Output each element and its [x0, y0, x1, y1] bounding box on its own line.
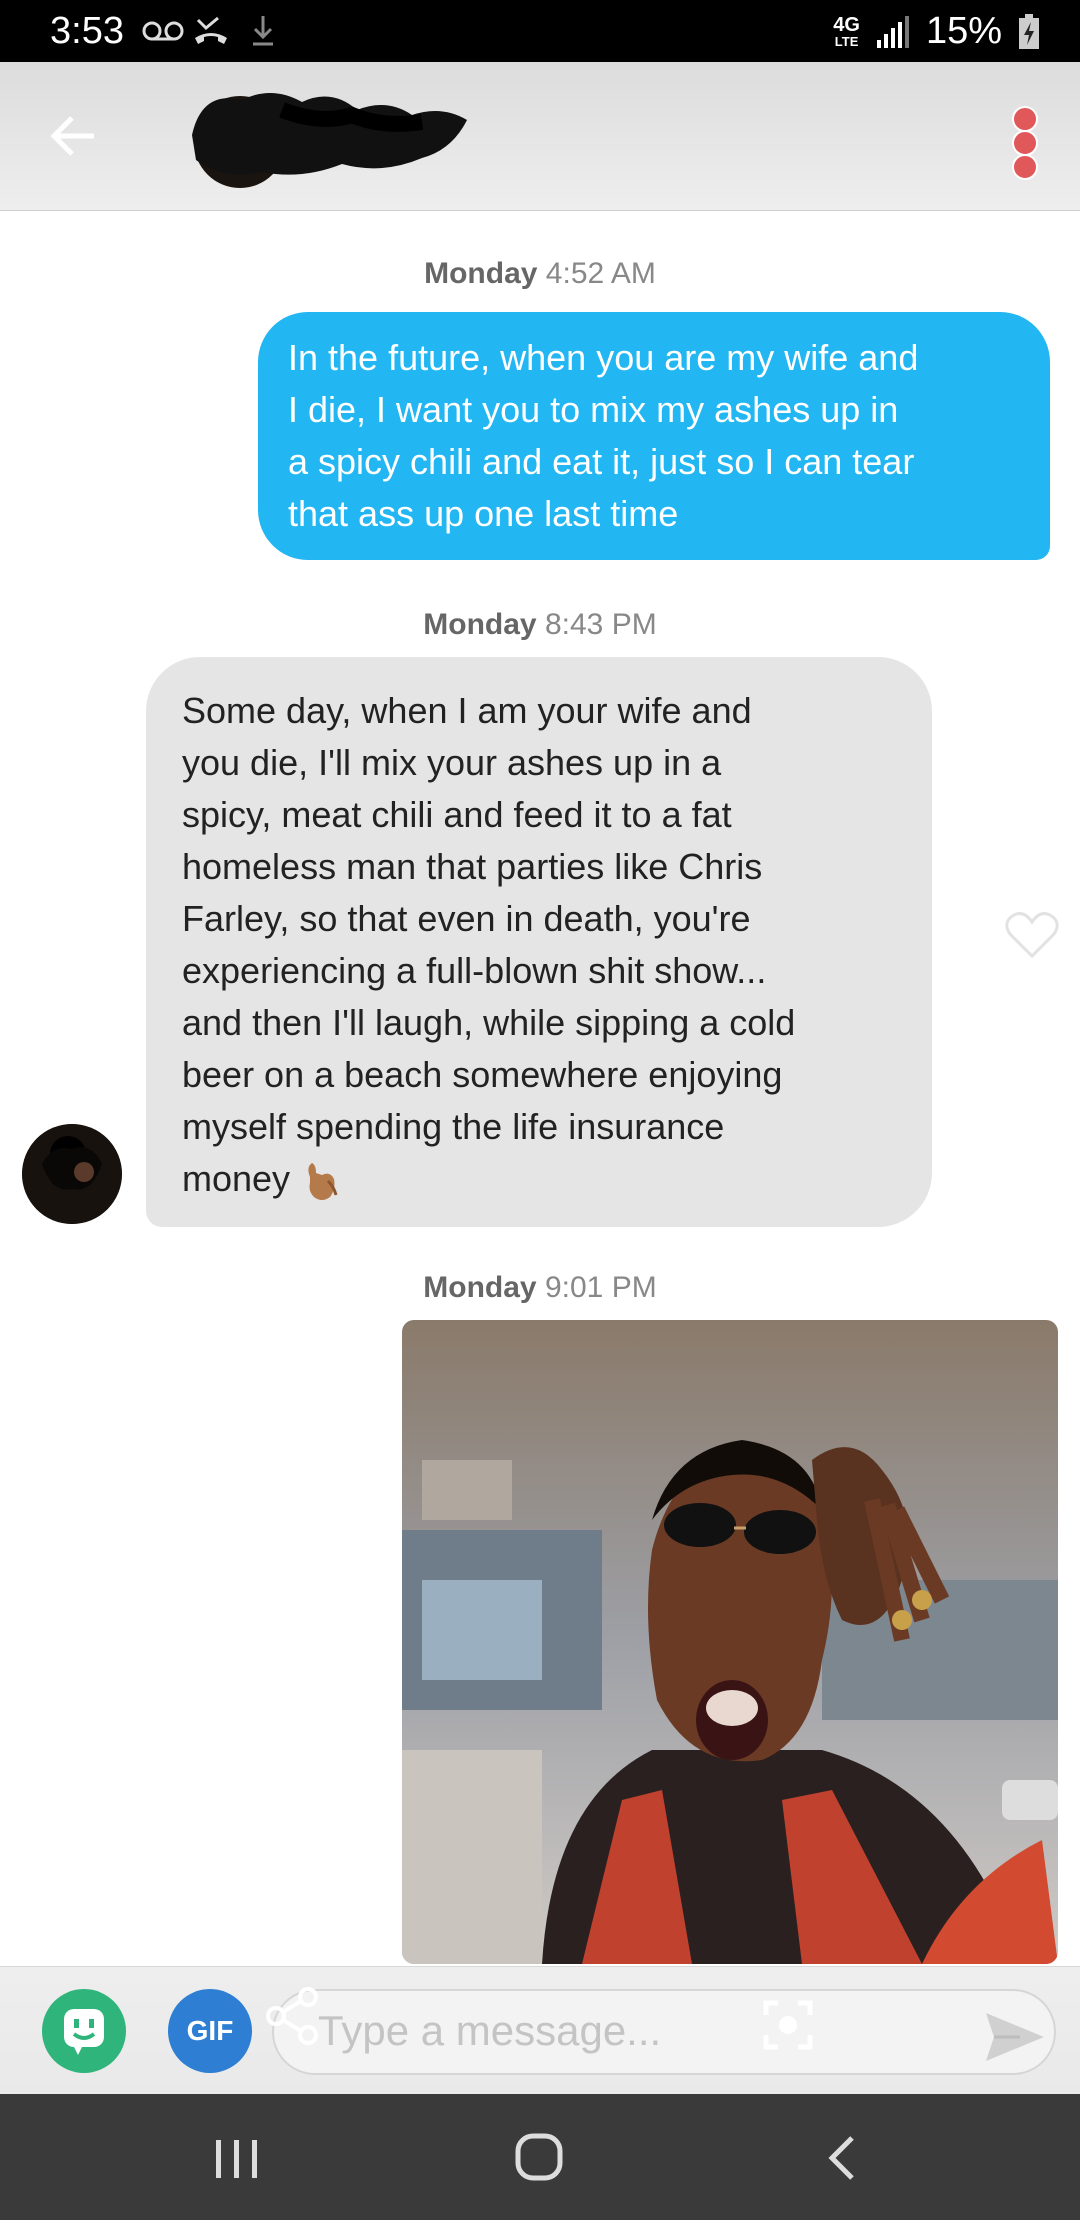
scan-icon[interactable] — [762, 1999, 814, 2051]
message-line: I die, I want you to mix my ashes up in — [288, 389, 899, 430]
system-navigation-bar — [0, 2094, 1080, 2220]
menu-dot — [1012, 130, 1038, 156]
missed-call-icon — [195, 16, 227, 44]
received-message-bubble[interactable]: Some day, when I am your wife and you di… — [146, 657, 932, 1227]
message-input[interactable] — [316, 1995, 720, 2067]
message-line: beer on a beach somewhere enjoying — [182, 1054, 783, 1095]
home-icon[interactable] — [514, 2132, 564, 2182]
bitmoji-button[interactable] — [42, 1989, 126, 2073]
gif-man-lowering-sunglasses — [402, 1320, 1058, 1964]
arrow-left-icon[interactable] — [46, 108, 102, 164]
message-line: homeless man that parties like Chris — [182, 846, 763, 887]
heart-icon[interactable] — [1004, 910, 1060, 960]
message-line: Farley, so that even in death, you're — [182, 898, 751, 939]
menu-dot — [1012, 154, 1038, 180]
call-me-hand-emoji — [308, 1163, 338, 1201]
sent-message-bubble[interactable]: In the future, when you are my wife and … — [258, 312, 1050, 560]
bitmoji-icon — [64, 2009, 104, 2055]
send-icon[interactable] — [984, 2011, 1046, 2063]
battery-charging-icon — [1019, 13, 1039, 49]
network-type-indicator: 4G LTE — [833, 15, 860, 48]
message-line: experiencing a full-blown shit show... — [182, 950, 767, 991]
sent-gif-image[interactable] — [402, 1320, 1058, 1964]
message-line: In the future, when you are my wife and — [288, 337, 919, 378]
recents-icon[interactable] — [210, 2138, 264, 2180]
message-line: a spicy chili and eat it, just so I can … — [288, 441, 915, 482]
signal-bars-icon — [876, 15, 909, 48]
message-timestamp: Monday 8:43 PM — [423, 608, 657, 641]
message-line: spicy, meat chili and feed it to a fat — [182, 794, 732, 835]
chat-header — [0, 62, 1080, 211]
chevron-left-icon[interactable] — [826, 2134, 858, 2182]
network-lte: LTE — [834, 34, 859, 49]
battery-percent: 15% — [925, 10, 1002, 52]
message-line: Some day, when I am your wife and — [182, 690, 752, 731]
share-icon[interactable] — [264, 1987, 320, 2045]
message-line: you die, I'll mix your ashes up in a — [182, 742, 722, 783]
status-time: 3:53 — [50, 10, 124, 52]
avatar[interactable] — [22, 1124, 122, 1224]
message-line: money — [182, 1153, 896, 1205]
network-4g: 4G — [833, 14, 860, 36]
message-timestamp: Monday 4:52 AM — [424, 257, 656, 290]
voicemail-icon — [142, 21, 184, 41]
download-icon — [253, 16, 273, 46]
status-bar: 3:53 4G LTE 15% — [0, 0, 1080, 62]
menu-dot — [1012, 106, 1038, 132]
avatar-redacted — [22, 1124, 122, 1224]
message-line: and then I'll laugh, while sipping a col… — [182, 1002, 796, 1043]
message-composer: GIF — [0, 1966, 1080, 2095]
more-vertical-icon[interactable] — [1006, 106, 1046, 186]
gif-button[interactable]: GIF — [168, 1989, 252, 2073]
message-line: myself spending the life insurance — [182, 1106, 725, 1147]
contact-name-redacted[interactable] — [182, 80, 472, 190]
message-timestamp: Monday 9:01 PM — [423, 1271, 657, 1304]
message-line: that ass up one last time — [288, 493, 679, 534]
